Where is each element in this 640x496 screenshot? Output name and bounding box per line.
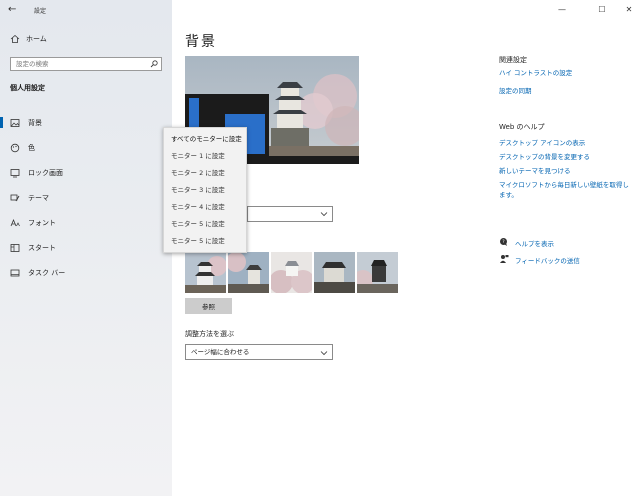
sidebar-item-theme[interactable]: テーマ <box>0 185 172 210</box>
browse-button[interactable]: 参照 <box>185 298 232 314</box>
recent-images <box>185 252 398 293</box>
show-desktop-icons-link[interactable]: デスクトップ アイコンの表示 <box>499 138 634 148</box>
sidebar-item-background[interactable]: 背景 <box>0 110 172 135</box>
minimize-button[interactable]: — <box>556 4 568 16</box>
daily-wallpaper-link[interactable]: マイクロソフトから毎日新しい壁紙を取得します。 <box>499 180 629 200</box>
fit-label: 調整方法を選ぶ <box>185 330 234 338</box>
sidebar-item-label: 背景 <box>28 118 42 127</box>
app-title: 設定 <box>34 8 47 15</box>
palette-icon <box>10 143 20 153</box>
related-settings-heading: 関連設定 <box>499 56 527 64</box>
sidebar-item-font[interactable]: フォント <box>0 210 172 235</box>
fit-select[interactable]: ページ幅に合わせる <box>185 344 333 360</box>
sidebar-item-label: 色 <box>28 143 35 152</box>
sidebar-item-label: フォント <box>28 218 56 227</box>
home-icon <box>10 34 20 44</box>
web-help-heading: Web のヘルプ <box>499 123 545 131</box>
picture-icon <box>10 118 20 128</box>
sidebar-item-label: テーマ <box>28 193 49 202</box>
close-button[interactable]: ✕ <box>623 4 635 16</box>
sidebar-item-label: ロック画面 <box>28 168 63 177</box>
background-type-select[interactable] <box>247 206 333 222</box>
sidebar: ← 設定 ホーム 個人用設定 背景 色 <box>0 0 172 496</box>
search-icon[interactable] <box>150 60 158 68</box>
chevron-down-icon <box>320 210 328 220</box>
font-icon <box>10 218 20 228</box>
home-label: ホーム <box>26 35 47 43</box>
title-bar-left: ← 設定 <box>0 0 172 20</box>
castle-thumbnail-1[interactable] <box>185 252 226 293</box>
menu-item-all-monitors[interactable]: すべてのモニターに設定 <box>164 131 246 148</box>
change-desktop-background-link[interactable]: デスクトップの背景を変更する <box>499 152 634 162</box>
settings-search-box[interactable] <box>10 57 162 71</box>
monitor-context-menu: すべてのモニターに設定 モニター 1 に設定 モニター 2 に設定 モニター 3… <box>163 127 247 253</box>
menu-item-monitor-3[interactable]: モニター 3 に設定 <box>164 182 246 199</box>
section-label-personalization: 個人用設定 <box>10 84 45 92</box>
help-chat-icon: ? <box>499 237 509 249</box>
sidebar-nav: 背景 色 ロック画面 テーマ フォント スタート タスク バー <box>0 110 172 285</box>
taskbar-icon <box>10 268 20 278</box>
get-help-link[interactable]: ヘルプを表示 <box>515 238 554 248</box>
sidebar-item-taskbar[interactable]: タスク バー <box>0 260 172 285</box>
sync-settings-link[interactable]: 設定の同期 <box>499 86 634 96</box>
sidebar-item-color[interactable]: 色 <box>0 135 172 160</box>
menu-item-monitor-5[interactable]: モニター 5 に設定 <box>164 216 246 233</box>
sidebar-item-lock-screen[interactable]: ロック画面 <box>0 160 172 185</box>
castle-thumbnail-2[interactable] <box>228 252 269 293</box>
fit-select-value: ページ幅に合わせる <box>191 348 250 356</box>
related-settings: 関連設定 ハイ コントラストの設定 設定の同期 Web のヘルプ デスクトップ … <box>499 55 634 200</box>
feedback-row[interactable]: フィードバックの送信 <box>499 254 580 266</box>
title-bar-right: — ☐ ✕ <box>172 0 640 20</box>
settings-search-input[interactable] <box>11 58 146 70</box>
sidebar-item-label: スタート <box>28 243 56 252</box>
feedback-person-icon <box>499 254 509 266</box>
sidebar-item-label: タスク バー <box>28 268 66 277</box>
maximize-button[interactable]: ☐ <box>596 4 608 16</box>
lock-screen-icon <box>10 168 20 178</box>
back-arrow-icon[interactable]: ← <box>8 4 22 16</box>
start-icon <box>10 243 20 253</box>
menu-item-monitor-5b[interactable]: モニター 5 に設定 <box>164 233 246 250</box>
page-title: 背景 <box>185 34 217 50</box>
home-link[interactable]: ホーム <box>10 34 47 44</box>
send-feedback-link[interactable]: フィードバックの送信 <box>515 255 580 265</box>
menu-item-monitor-1[interactable]: モニター 1 に設定 <box>164 148 246 165</box>
castle-thumbnail-5[interactable] <box>357 252 398 293</box>
get-help-row[interactable]: ? ヘルプを表示 <box>499 237 554 249</box>
menu-item-monitor-4[interactable]: モニター 4 に設定 <box>164 199 246 216</box>
find-new-themes-link[interactable]: 新しいテーマを見つける <box>499 166 634 176</box>
theme-brush-icon <box>10 193 20 203</box>
menu-item-monitor-2[interactable]: モニター 2 に設定 <box>164 165 246 182</box>
sidebar-item-start[interactable]: スタート <box>0 235 172 260</box>
castle-thumbnail-3[interactable] <box>271 252 312 293</box>
high-contrast-link[interactable]: ハイ コントラストの設定 <box>499 68 634 78</box>
castle-thumbnail-4[interactable] <box>314 252 355 293</box>
chevron-down-icon <box>320 348 328 362</box>
